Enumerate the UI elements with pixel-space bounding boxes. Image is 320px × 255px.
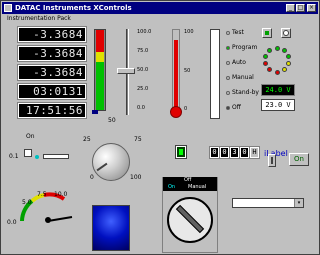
led-ring-dot [275, 70, 280, 75]
toggle-lever [271, 157, 273, 164]
thermometer-fill [174, 40, 178, 110]
thermometer-tube [172, 29, 180, 111]
lcd-display-3: -3.3684 [17, 64, 87, 81]
mode-label-test[interactable]: Test [232, 29, 244, 36]
status-led [35, 155, 39, 159]
mode-dot-test[interactable] [226, 31, 230, 35]
therm-tick-0: 0 [184, 106, 188, 112]
meter-label-7-5: 7.5 [37, 191, 47, 198]
mode-dot-program[interactable] [226, 46, 230, 50]
maximize-button[interactable]: □ [296, 4, 305, 12]
meter-label-5: 5.0 [22, 199, 32, 206]
bar-segment-yellow [96, 52, 104, 62]
lcd-display-5: 17:51:56 [17, 102, 87, 119]
slider-tick-25: 25.0 [137, 86, 149, 92]
color-gradient-pad[interactable] [92, 205, 130, 251]
rotary-switch[interactable] [167, 197, 213, 243]
slider-tick-100: 100.0 [137, 29, 152, 35]
small-value-label: 0.1 [9, 153, 19, 160]
minimize-button[interactable]: _ [286, 4, 295, 12]
group-label: Instrumentation Pack [7, 15, 71, 22]
checkbox-label: On [26, 133, 35, 140]
bar-segment-red [96, 30, 104, 52]
meter-needle [47, 216, 73, 222]
led-ring-dot [286, 61, 291, 66]
knob-pointer [96, 162, 108, 172]
dropdown-select[interactable]: ▾ [232, 198, 304, 208]
digit-button-2[interactable]: 0 [219, 146, 230, 159]
switch-option-on[interactable]: On [168, 184, 175, 190]
lcd-display-2: -3.3684 [17, 45, 87, 62]
indicator-button-2[interactable] [281, 28, 291, 38]
indicator-button-1[interactable] [262, 28, 272, 38]
app-icon[interactable] [4, 4, 12, 12]
horizontal-track[interactable] [43, 154, 69, 159]
knob-label-25: 25 [83, 136, 91, 143]
bar-segment-green [96, 62, 104, 110]
on-button[interactable]: On [289, 153, 309, 166]
led-ring-dot [282, 67, 287, 72]
digit-button-1[interactable]: 0 [209, 146, 220, 159]
therm-tick-50: 50 [184, 68, 191, 74]
mode-dot-off[interactable] [226, 106, 230, 110]
window-title: DATAC Instruments XControls [15, 4, 132, 12]
mode-label-program[interactable]: Program [232, 44, 257, 51]
close-button[interactable]: × [307, 4, 316, 12]
vertical-slider[interactable] [210, 29, 220, 119]
switch-option-manual[interactable]: Manual [188, 184, 206, 190]
led-glow [179, 149, 183, 155]
pie-icon [283, 30, 289, 36]
rotary-knob[interactable] [92, 143, 130, 181]
mode-dot-auto[interactable] [226, 61, 230, 65]
instrumentation-panel: Instrumentation Pack -3.3684 -3.3684 -3.… [4, 15, 317, 253]
digit-button-3[interactable]: 3 [229, 146, 240, 159]
knob-label-75: 75 [134, 136, 142, 143]
mode-label-manual[interactable]: Manual [232, 74, 254, 81]
lcd-display-4: 03:0131 [17, 83, 87, 100]
meter-pivot [45, 217, 51, 223]
mode-label-auto[interactable]: Auto [232, 59, 246, 66]
rotary-switch-title: Off [184, 177, 192, 183]
led-ring-dot [282, 48, 287, 53]
main-window: DATAC Instruments XControls _ □ × Instru… [0, 0, 320, 255]
bar-gauge [94, 29, 106, 111]
knob-label-100: 100 [130, 174, 142, 181]
mode-dot-standby[interactable] [226, 91, 230, 95]
hex-button[interactable]: H [249, 146, 260, 159]
toggle-switch[interactable] [268, 154, 276, 167]
slider-tick-0: 0.0 [137, 105, 145, 111]
slider-thumb[interactable] [117, 68, 135, 74]
on-checkbox[interactable] [24, 149, 32, 157]
meter-label-10: 10.0 [54, 191, 68, 198]
led-ring-dot [267, 67, 272, 72]
knob-label-50: 50 [108, 117, 116, 124]
led-ring-dot [263, 54, 268, 59]
green-square-icon [265, 31, 269, 35]
mode-label-standby[interactable]: Stand-by [232, 89, 259, 96]
led-ring-dot [267, 48, 272, 53]
mode-dot-manual[interactable] [226, 76, 230, 80]
led-ring-dot [286, 54, 291, 59]
mode-label-off[interactable]: Off [232, 104, 241, 111]
digit-button-4[interactable]: 0 [239, 146, 250, 159]
meter-label-0: 0.0 [7, 219, 17, 226]
green-led-button[interactable] [175, 145, 187, 159]
slider-tick-75: 75.0 [137, 48, 149, 54]
lcd-display-1: -3.3684 [17, 26, 87, 43]
therm-tick-100: 100 [184, 29, 194, 35]
led-ring-dot [275, 46, 280, 51]
chevron-down-icon[interactable]: ▾ [294, 199, 303, 207]
voltage-readout-green: 24.0 V [261, 84, 295, 96]
bar-gauge-base-marker [92, 110, 98, 114]
thermometer-bulb [170, 106, 182, 118]
led-ring-dot [263, 61, 268, 66]
voltage-readout-white: 23.0 V [261, 99, 295, 111]
slider-tick-50: 50.0 [137, 67, 149, 73]
knob-label-0: 0 [90, 174, 94, 181]
rotary-switch-handle [175, 204, 205, 234]
title-bar[interactable]: DATAC Instruments XControls _ □ × [2, 2, 318, 14]
